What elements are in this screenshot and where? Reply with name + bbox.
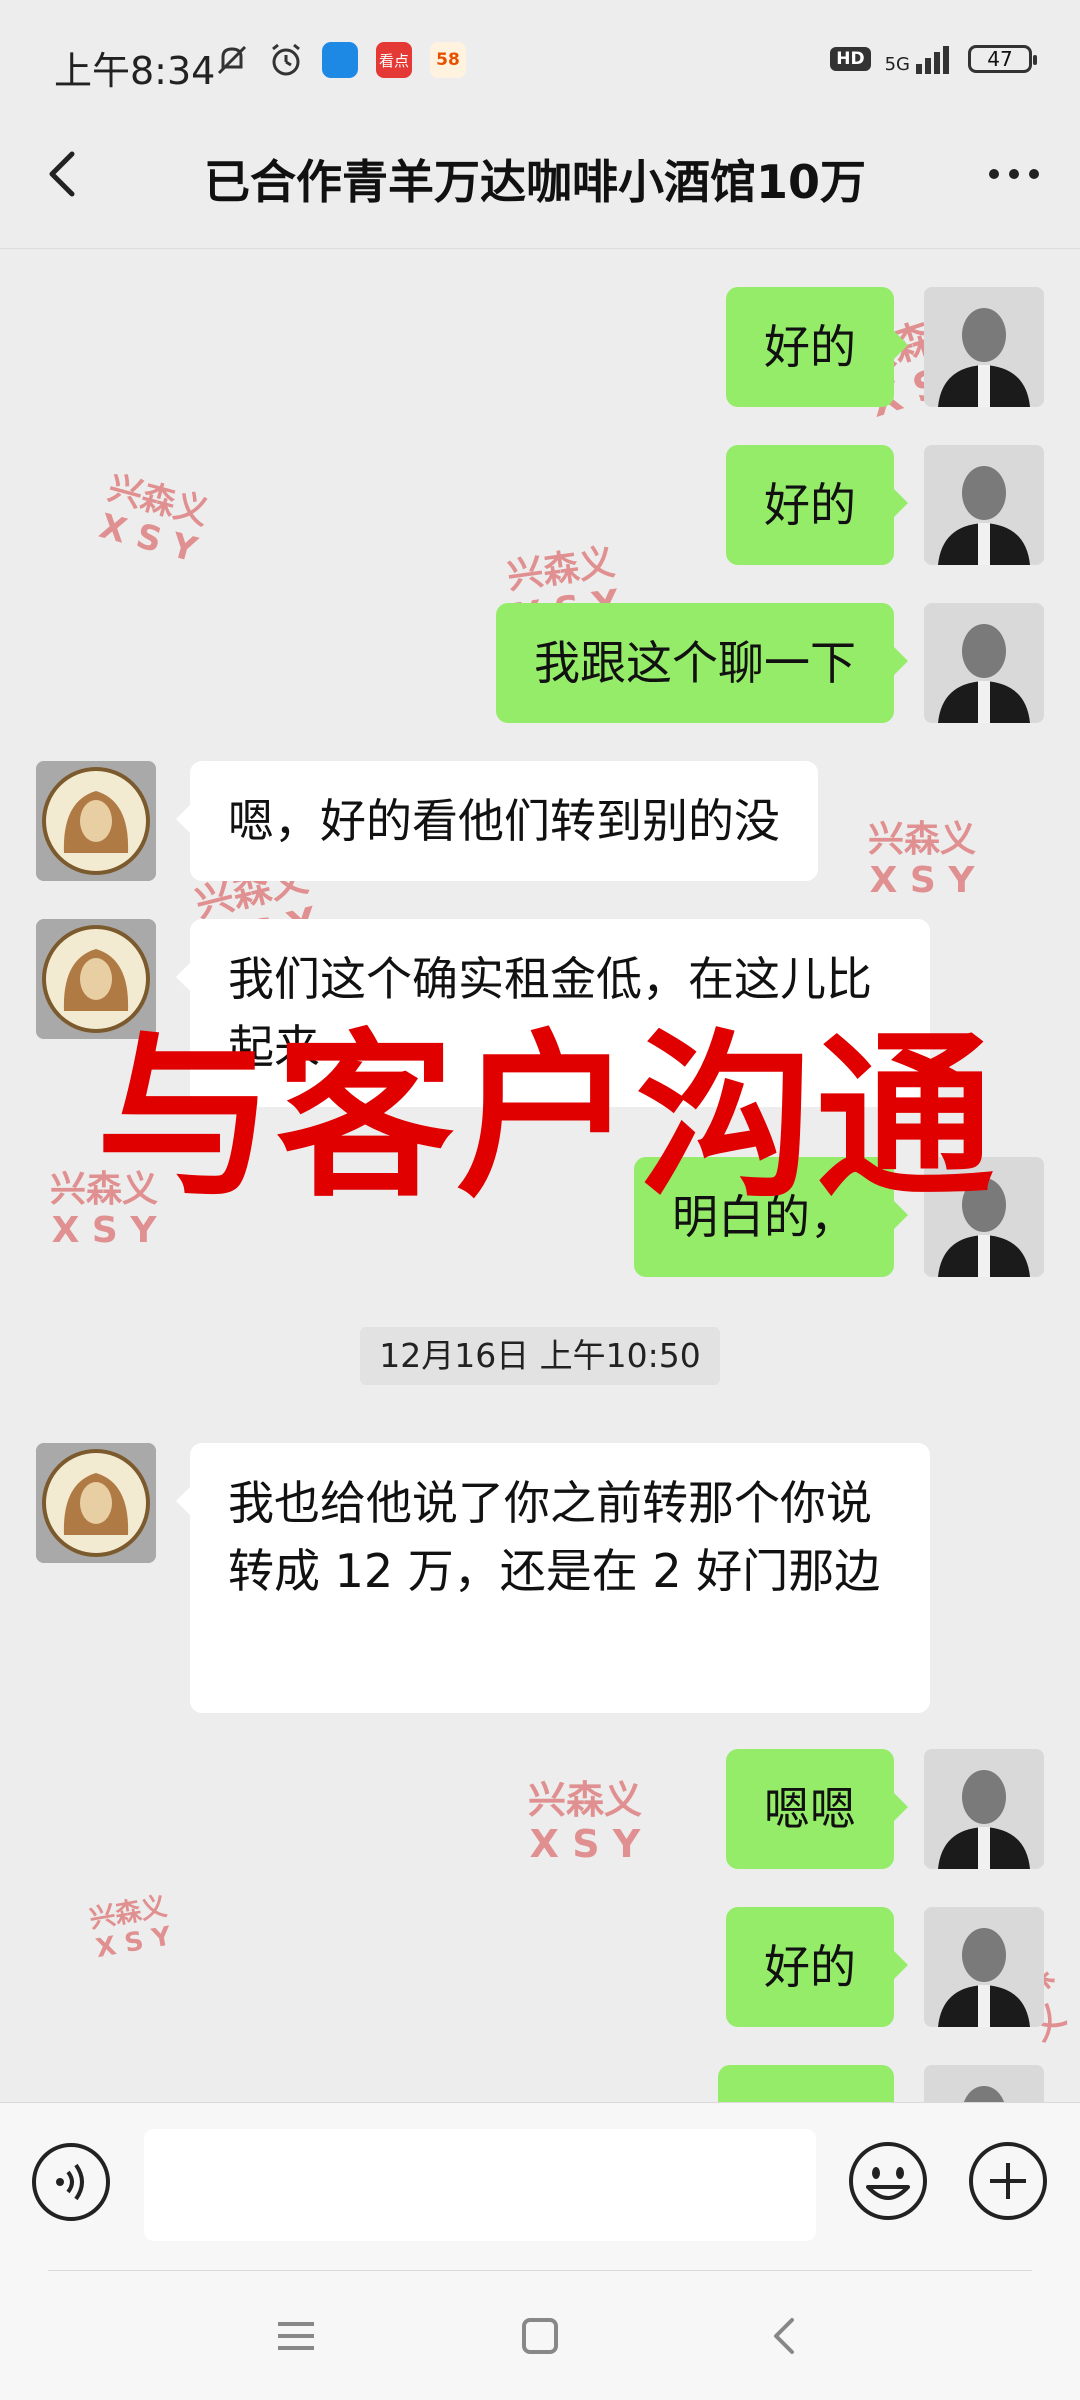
battery-icon: 47 — [968, 45, 1037, 73]
chat-message: 好的 — [0, 287, 1080, 407]
system-nav-bar — [0, 2270, 1080, 2400]
status-bar: 上午8:34 看点 58 HD 5G 47 — [0, 0, 1080, 120]
app-58-icon: 58 — [428, 40, 468, 80]
voice-icon[interactable] — [30, 2141, 112, 2223]
menu-icon[interactable] — [268, 2308, 324, 2364]
chevron-left-icon[interactable] — [32, 142, 96, 206]
chat-title: 已合作青羊万达咖啡小酒馆10万 — [203, 155, 866, 209]
home-icon[interactable] — [512, 2308, 568, 2364]
message-input[interactable] — [144, 2129, 816, 2241]
avatar[interactable] — [924, 603, 1044, 723]
chat-message: 我跟这个聊一下 — [0, 603, 1080, 723]
back-icon[interactable] — [758, 2308, 814, 2364]
message-bubble[interactable]: 我跟这个聊一下 — [496, 603, 908, 723]
chat-message: 我也给他说了你之前转那个你说转成 12 万，还是在 2 好门那边 — [0, 1443, 1080, 1713]
message-bubble[interactable]: 好的 — [726, 287, 908, 407]
battery-level: 47 — [987, 47, 1013, 71]
chat-message: 好的 — [0, 445, 1080, 565]
more-dots-icon[interactable] — [974, 142, 1054, 206]
app-notification-icon — [320, 40, 360, 80]
chat-input-bar — [0, 2102, 1080, 2271]
status-right: HD 5G 47 — [830, 44, 1037, 74]
avatar[interactable] — [924, 2065, 1044, 2102]
status-time: 上午8:34 — [54, 49, 216, 93]
emoji-icon[interactable] — [846, 2139, 930, 2223]
chat-message: 嗯嗯 — [0, 1749, 1080, 1869]
avatar[interactable] — [36, 761, 156, 881]
network-type: 5G — [884, 54, 910, 75]
message-timestamp: 12月16日 上午10:50 — [360, 1327, 720, 1385]
chat-message-partial — [0, 2065, 1080, 2102]
message-bubble[interactable]: 嗯，好的看他们转到别的没 — [176, 761, 818, 881]
avatar[interactable] — [924, 1749, 1044, 1869]
kandian-app-icon: 看点 — [374, 40, 414, 80]
hd-badge: HD — [830, 47, 871, 71]
message-bubble[interactable]: 嗯嗯 — [726, 1749, 908, 1869]
overlay-caption: 与客户沟通 — [96, 1018, 996, 1217]
nav-divider — [48, 2270, 1032, 2271]
mute-icon — [212, 40, 252, 80]
message-bubble[interactable]: 好的 — [726, 445, 908, 565]
chat-message: 嗯，好的看他们转到别的没 — [0, 761, 1080, 881]
chat-header: 已合作青羊万达咖啡小酒馆10万 — [0, 120, 1080, 250]
avatar[interactable] — [36, 1443, 156, 1563]
message-bubble[interactable]: 好的 — [726, 1907, 908, 2027]
message-bubble[interactable]: 我也给他说了你之前转那个你说转成 12 万，还是在 2 好门那边 — [176, 1443, 930, 1713]
plus-icon[interactable] — [966, 2139, 1050, 2223]
avatar[interactable] — [924, 287, 1044, 407]
chat-message: 好的 — [0, 1907, 1080, 2027]
signal-icon: 5G — [885, 44, 954, 74]
message-bubble-partial[interactable] — [718, 2065, 894, 2102]
avatar[interactable] — [924, 445, 1044, 565]
avatar[interactable] — [924, 1907, 1044, 2027]
alarm-icon — [266, 40, 306, 80]
status-icons: 看点 58 — [212, 40, 468, 80]
